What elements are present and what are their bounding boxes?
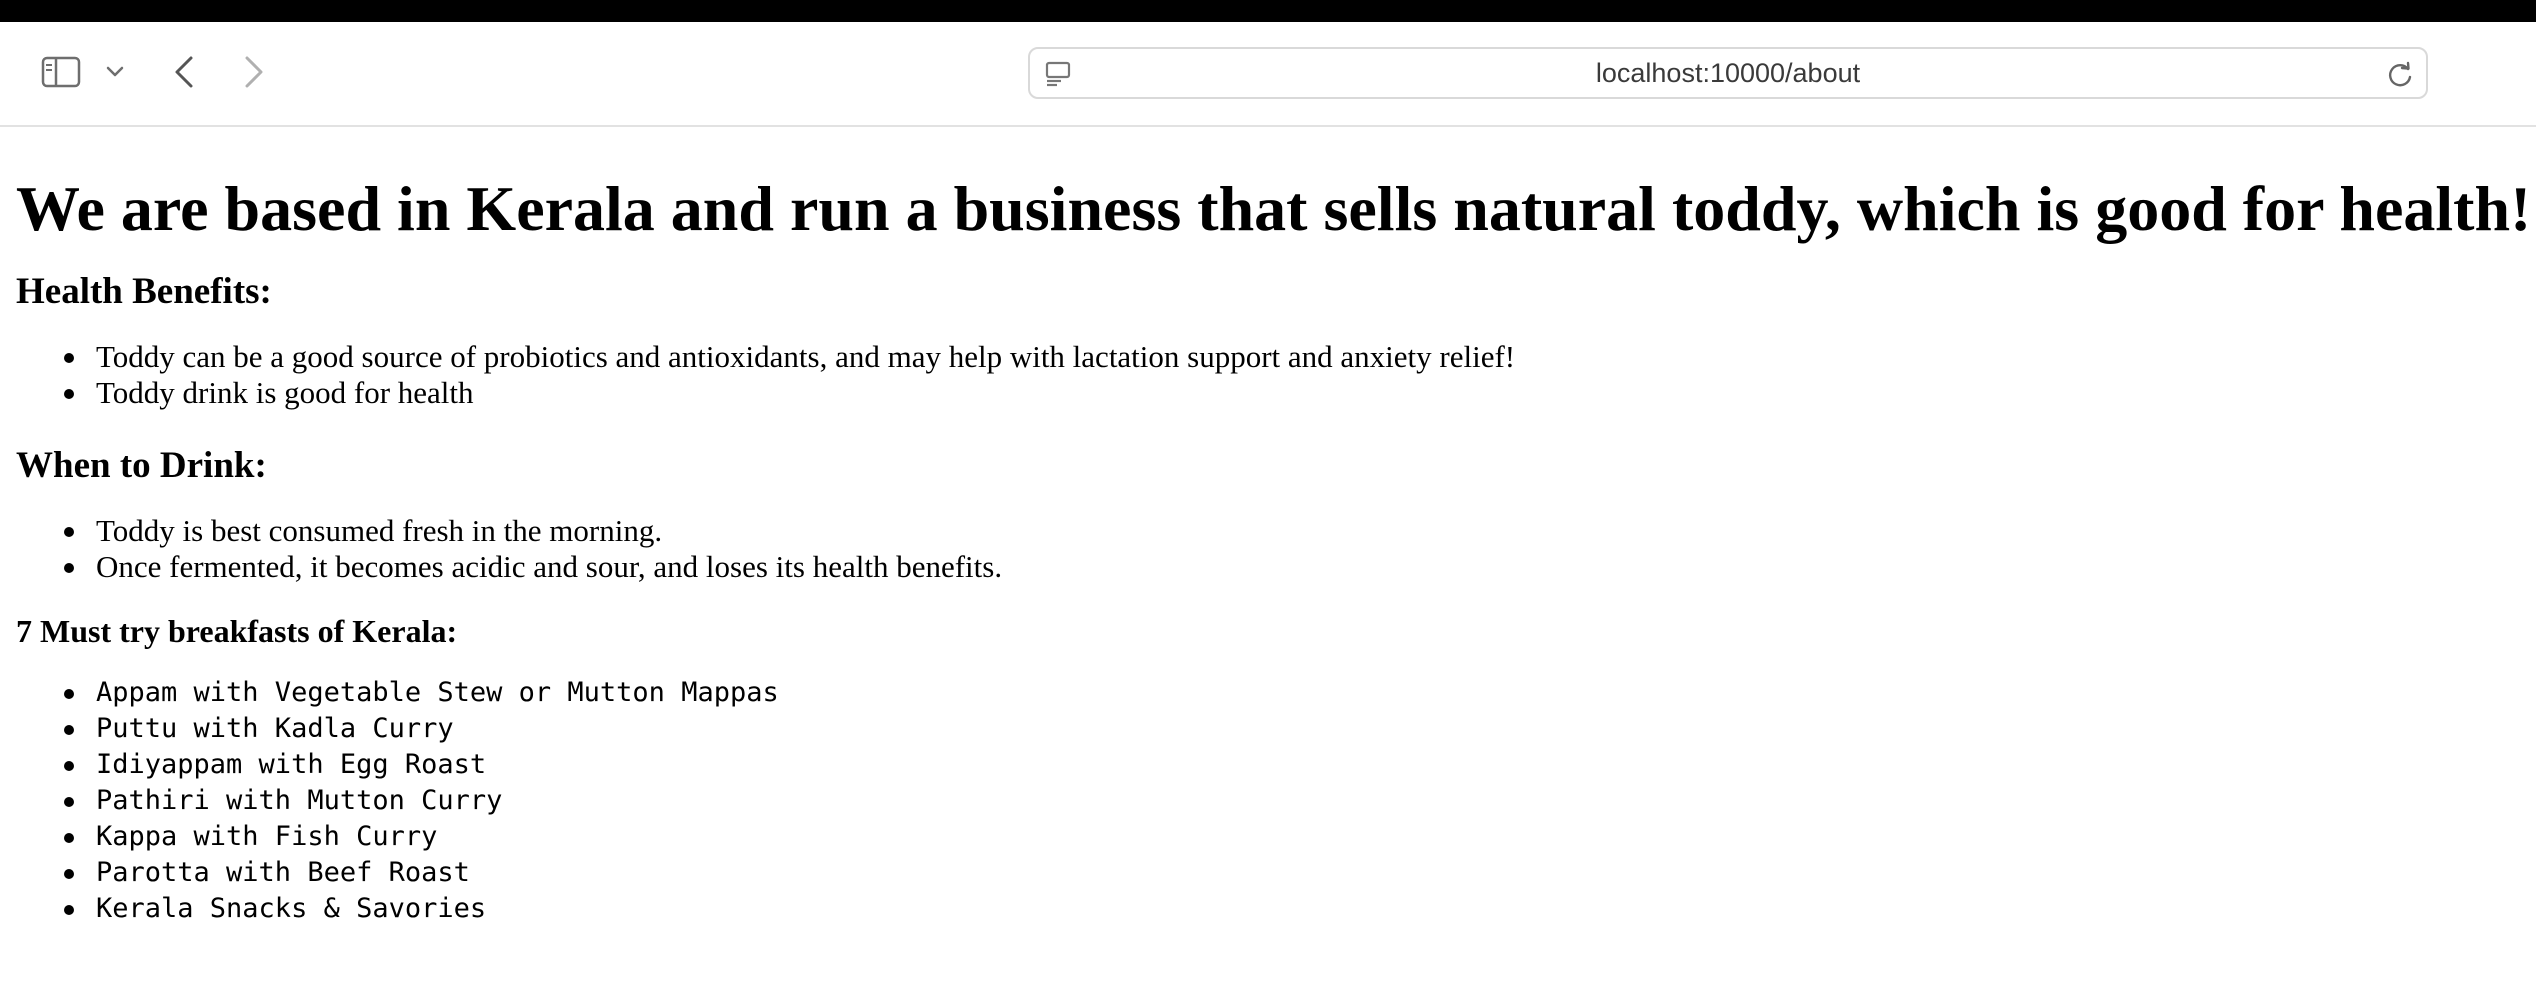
when-to-drink-heading: When to Drink: (16, 445, 267, 486)
breakfasts-heading: 7 Must try breakfasts of Kerala: (16, 613, 458, 649)
chevron-down-icon[interactable] (100, 56, 130, 88)
forward-arrow-icon[interactable] (234, 50, 274, 94)
list-item: Kappa with Fish Curry (64, 819, 2526, 855)
health-benefits-list: Toddy can be a good source of probiotics… (16, 339, 2526, 411)
address-bar[interactable]: localhost:10000/about (1028, 47, 2428, 99)
url-text[interactable]: localhost:10000/about (1030, 49, 2426, 97)
when-to-drink-list: Toddy is best consumed fresh in the morn… (16, 513, 2526, 585)
list-item: Pathiri with Mutton Curry (64, 783, 2526, 819)
breakfasts-list: Appam with Vegetable Stew or Mutton Mapp… (16, 675, 2526, 927)
sidebar-icon[interactable] (36, 52, 86, 92)
back-arrow-icon[interactable] (164, 50, 204, 94)
list-item: Once fermented, it becomes acidic and so… (64, 549, 2526, 585)
list-item: Puttu with Kadla Curry (64, 711, 2526, 747)
list-item: Idiyappam with Egg Roast (64, 747, 2526, 783)
list-item: Toddy is best consumed fresh in the morn… (64, 513, 2526, 549)
list-item: Appam with Vegetable Stew or Mutton Mapp… (64, 675, 2526, 711)
list-item: Toddy drink is good for health (64, 375, 2526, 411)
list-item: Toddy can be a good source of probiotics… (64, 339, 2526, 375)
health-benefits-heading: Health Benefits: (16, 271, 272, 312)
page-content: We are based in Kerala and run a busines… (16, 127, 2532, 927)
list-item: Kerala Snacks & Savories (64, 891, 2526, 927)
reload-icon[interactable] (2382, 57, 2418, 93)
browser-toolbar: localhost:10000/about (0, 22, 2536, 127)
window-top-bar (0, 0, 2536, 22)
page-title: We are based in Kerala and run a busines… (16, 173, 2532, 244)
list-item: Parotta with Beef Roast (64, 855, 2526, 891)
